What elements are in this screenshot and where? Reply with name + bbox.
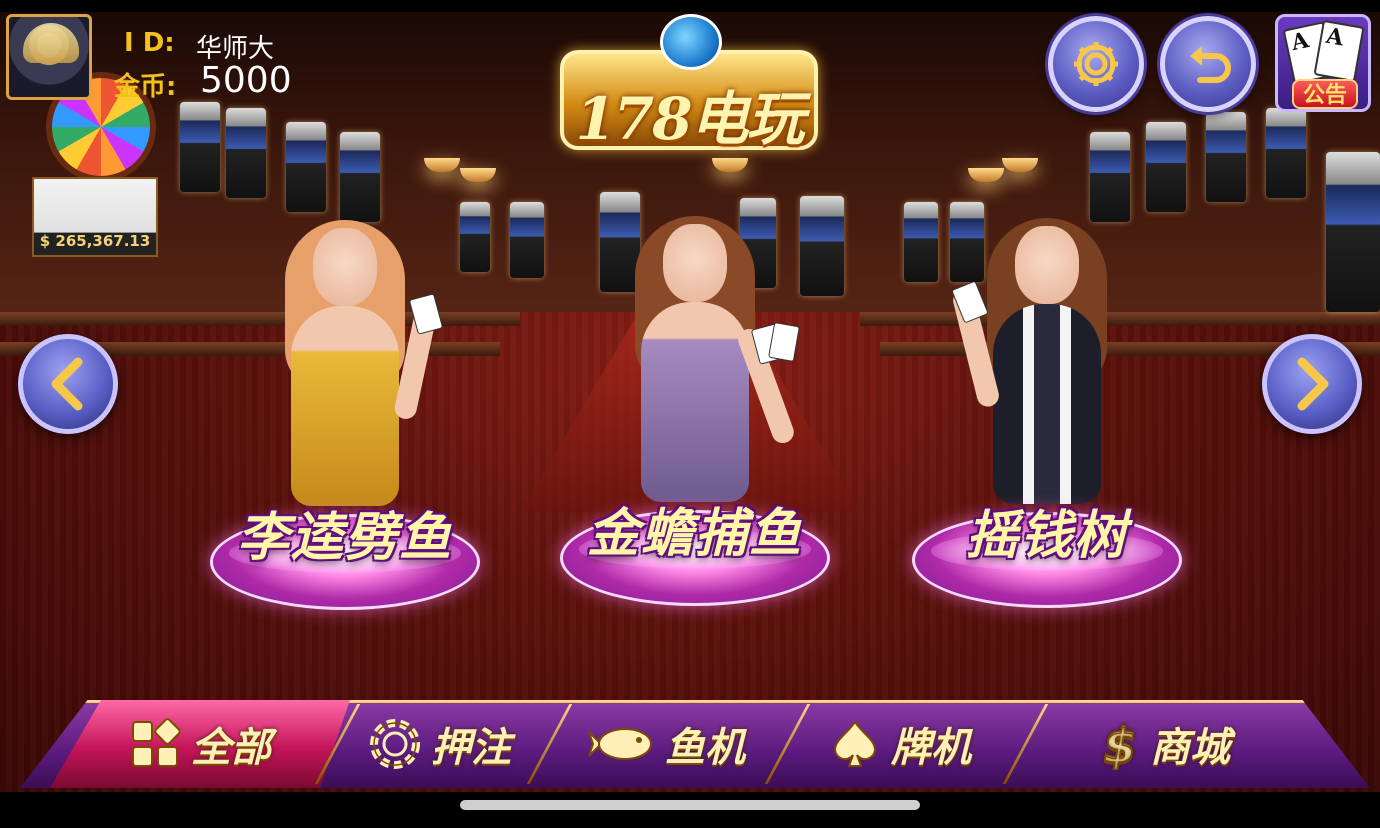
tab-label: 全部 — [191, 725, 271, 771]
back-button[interactable] — [1160, 16, 1256, 112]
game-card-likui[interactable]: 李逵劈鱼 — [210, 200, 480, 610]
hostess-face — [313, 228, 377, 306]
playing-card-icon — [768, 322, 800, 362]
grid-icon — [132, 718, 181, 767]
game-title: 李逵劈鱼 — [236, 507, 453, 568]
avatar-hair — [23, 23, 79, 63]
hostess-dress — [641, 302, 749, 502]
hostess-face — [663, 224, 727, 302]
slot-machine — [1326, 152, 1380, 312]
dollar-icon: $ — [1103, 718, 1138, 770]
logo-text: 178电玩 — [575, 85, 804, 153]
coin-value: 5000 — [200, 60, 292, 101]
settings-button[interactable] — [1048, 16, 1144, 112]
fish-icon — [588, 728, 652, 760]
tab-shop[interactable]: $ 商城 — [1040, 700, 1290, 788]
ace-card: A — [1313, 19, 1365, 83]
slot-machine — [286, 122, 326, 212]
return-arrow-icon — [1190, 46, 1231, 83]
slot-machine — [180, 102, 220, 192]
svg-text:$: $ — [1103, 718, 1136, 770]
game-card-jinchan[interactable]: 金蟾捕鱼 — [560, 196, 830, 606]
slot-machine — [1206, 112, 1246, 202]
tab-all[interactable]: 全部 — [50, 700, 350, 788]
coin-label: 金币: — [114, 72, 177, 102]
jackpot-amount: $ 265,367.13 — [39, 232, 151, 250]
prev-arrow-button[interactable] — [18, 334, 118, 434]
spade-icon — [833, 720, 877, 767]
notice-label: 公告 — [1292, 79, 1358, 109]
gear-icon — [1074, 42, 1118, 86]
home-indicator[interactable] — [460, 800, 920, 810]
game-title: 金蟾捕鱼 — [586, 503, 803, 564]
hostess-face — [1015, 226, 1079, 304]
tab-label: 商城 — [1150, 725, 1230, 771]
tab-label: 鱼机 — [665, 725, 745, 771]
game-title: 摇钱树 — [965, 505, 1128, 566]
tab-card-machine[interactable]: 牌机 — [800, 700, 1000, 788]
player-avatar[interactable] — [6, 14, 92, 100]
id-label: I D: — [124, 28, 175, 58]
tab-fish-machine[interactable]: 鱼机 — [560, 700, 770, 788]
slot-machine — [1266, 108, 1306, 198]
game-card-yaoqianshu[interactable]: 摇钱树 — [912, 198, 1182, 608]
chevron-right-icon — [1297, 357, 1329, 411]
next-arrow-button[interactable] — [1262, 334, 1362, 434]
slot-machine — [510, 202, 544, 278]
chip-icon — [370, 719, 420, 769]
hostess-dress — [993, 304, 1101, 504]
tab-bet[interactable]: 押注 — [340, 700, 540, 788]
tab-label: 押注 — [431, 725, 511, 771]
tab-label: 牌机 — [891, 725, 971, 771]
notice-button[interactable]: A A 公告 — [1275, 14, 1371, 112]
slot-machine — [226, 108, 266, 198]
shark-mascot-icon — [660, 14, 722, 70]
chevron-left-icon — [51, 357, 83, 411]
hostess-dress — [291, 306, 399, 506]
game-logo: 178电玩 — [560, 14, 818, 154]
